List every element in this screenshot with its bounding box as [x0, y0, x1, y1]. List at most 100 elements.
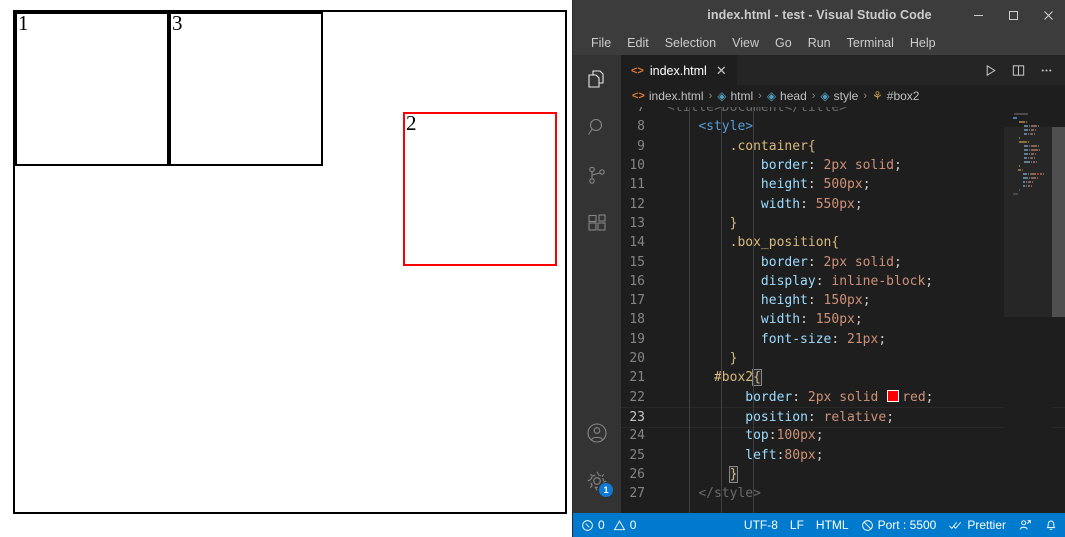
- close-icon[interactable]: [1031, 0, 1065, 30]
- status-live-server[interactable]: Port : 5500: [855, 513, 943, 537]
- code-line[interactable]: 7 <title>Document</title>: [621, 107, 1065, 117]
- menu-terminal[interactable]: Terminal: [839, 34, 902, 52]
- menu-file[interactable]: File: [583, 34, 619, 52]
- minimap-line: [1033, 161, 1035, 163]
- code-line[interactable]: 25 left:80px;: [621, 445, 1065, 464]
- status-live-share[interactable]: [1012, 513, 1038, 537]
- code-text: border: 2px solid;: [760, 158, 902, 174]
- color-swatch-red[interactable]: [887, 389, 900, 402]
- status-encoding[interactable]: UTF-8: [738, 513, 784, 537]
- code-line[interactable]: 14 .box_position{: [621, 233, 1065, 252]
- status-language-mode[interactable]: HTML: [810, 513, 855, 537]
- activity-item-settings[interactable]: 1: [573, 457, 621, 505]
- minimap-slider[interactable]: [1004, 127, 1052, 317]
- box-1: 1: [15, 12, 169, 166]
- code-line[interactable]: 17 height: 150px;: [621, 291, 1065, 310]
- code-line[interactable]: 22 border: 2px solid red;: [621, 388, 1065, 407]
- code-editor[interactable]: 7 <title>Document</title> 8 <style> 9 .cont…: [621, 107, 1065, 513]
- minimap-line: [1028, 141, 1029, 143]
- activity-item-source-control[interactable]: [573, 151, 621, 199]
- code-text: left:80px;: [745, 447, 824, 463]
- minimap-line: [1029, 149, 1030, 151]
- html-file-icon: <>: [631, 64, 644, 77]
- line-number: 9: [637, 138, 645, 154]
- code-line[interactable]: 23 position: relative;: [621, 406, 1065, 429]
- minimap-line: [1024, 125, 1028, 127]
- code-line[interactable]: 26 }: [621, 465, 1065, 484]
- code-text: }: [729, 215, 738, 231]
- code-line[interactable]: 21 #box2{: [621, 368, 1065, 387]
- minimap-line: [1035, 129, 1036, 131]
- editor-scrollbar-thumb[interactable]: [1052, 127, 1065, 317]
- play-icon[interactable]: [976, 55, 1004, 85]
- code-line[interactable]: 13 }: [621, 214, 1065, 233]
- warning-triangle-icon: [613, 519, 626, 532]
- minimap-line: [1023, 181, 1025, 183]
- minimap-line: [1031, 153, 1034, 155]
- editor-actions: [976, 55, 1065, 85]
- minimap-line: [1024, 149, 1028, 151]
- breadcrumb-item-style[interactable]: ◈ style: [820, 89, 858, 103]
- code-line[interactable]: 19 font-size: 21px;: [621, 330, 1065, 349]
- minimize-icon[interactable]: [961, 0, 996, 30]
- minimap-line: [1032, 181, 1033, 183]
- code-line[interactable]: 15 border: 2px solid;: [621, 252, 1065, 271]
- code-line[interactable]: 20 }: [621, 349, 1065, 368]
- code-line[interactable]: 16 display: inline-block;: [621, 272, 1065, 291]
- breadcrumb-item-box2[interactable]: ⚘ #box2: [872, 89, 919, 103]
- maximize-icon[interactable]: [996, 0, 1031, 30]
- activity-item-search[interactable]: [573, 103, 621, 151]
- status-prettier[interactable]: Prettier: [942, 513, 1012, 537]
- minimap-line: [1023, 185, 1025, 187]
- editor-scrollbar[interactable]: [1052, 107, 1065, 513]
- code-line[interactable]: 11 height: 500px;: [621, 175, 1065, 194]
- split-editor-icon[interactable]: [1004, 55, 1032, 85]
- breadcrumb-item-html[interactable]: ◈ html: [717, 89, 753, 103]
- menu-go[interactable]: Go: [767, 34, 800, 52]
- breadcrumb-item-file[interactable]: <> index.html: [632, 89, 704, 103]
- tab-index-html[interactable]: <> index.html ✕: [621, 55, 738, 85]
- minimap-line: [1038, 145, 1039, 147]
- breadcrumb-text: head: [780, 89, 807, 103]
- activity-item-accounts[interactable]: [573, 409, 621, 457]
- code-text: <style>: [698, 119, 754, 135]
- activity-item-explorer[interactable]: [573, 55, 621, 103]
- prettier-label: Prettier: [967, 518, 1006, 532]
- html-file-icon: <>: [632, 90, 645, 102]
- status-problems[interactable]: 0 0: [575, 513, 642, 537]
- code-line[interactable]: 8 <style>: [621, 117, 1065, 136]
- minimap[interactable]: [1004, 107, 1052, 513]
- line-number: 8: [637, 119, 645, 135]
- tab-close-icon[interactable]: ✕: [716, 64, 727, 77]
- breadcrumb-item-head[interactable]: ◈ head: [767, 89, 807, 103]
- minimap-line: [1024, 129, 1028, 131]
- menubar: File Edit Selection View Go Run Terminal…: [573, 30, 1065, 55]
- breadcrumb-separator: ›: [758, 90, 762, 102]
- menu-edit[interactable]: Edit: [619, 34, 657, 52]
- status-notifications[interactable]: [1038, 513, 1064, 537]
- code-line[interactable]: 9 .container{: [621, 137, 1065, 156]
- code-line[interactable]: 24 top:100px;: [621, 426, 1065, 445]
- breadcrumb-text: #box2: [886, 89, 920, 103]
- code-line[interactable]: 12 width: 550px;: [621, 195, 1065, 214]
- menu-selection[interactable]: Selection: [657, 34, 724, 52]
- minimap-line: [1019, 165, 1020, 167]
- line-number: 13: [629, 215, 645, 231]
- status-eol[interactable]: LF: [784, 513, 810, 537]
- window-controls: [961, 0, 1065, 30]
- code-text: border: 2px solid;: [760, 254, 902, 270]
- minimap-line: [1026, 181, 1027, 183]
- minimap-line: [1023, 177, 1028, 179]
- code-line[interactable]: 10 border: 2px solid;: [621, 156, 1065, 175]
- menu-help[interactable]: Help: [902, 34, 944, 52]
- minimap-line: [1014, 113, 1028, 115]
- minimap-line: [1024, 133, 1027, 135]
- breadcrumb-text: html: [730, 89, 754, 103]
- menu-view[interactable]: View: [724, 34, 767, 52]
- code-line[interactable]: 18 width: 150px;: [621, 310, 1065, 329]
- line-number: 7: [637, 107, 645, 116]
- ellipsis-icon[interactable]: [1032, 55, 1060, 85]
- code-line[interactable]: 27 </style>: [621, 484, 1065, 503]
- menu-run[interactable]: Run: [800, 34, 839, 52]
- activity-item-extensions[interactable]: [573, 199, 621, 247]
